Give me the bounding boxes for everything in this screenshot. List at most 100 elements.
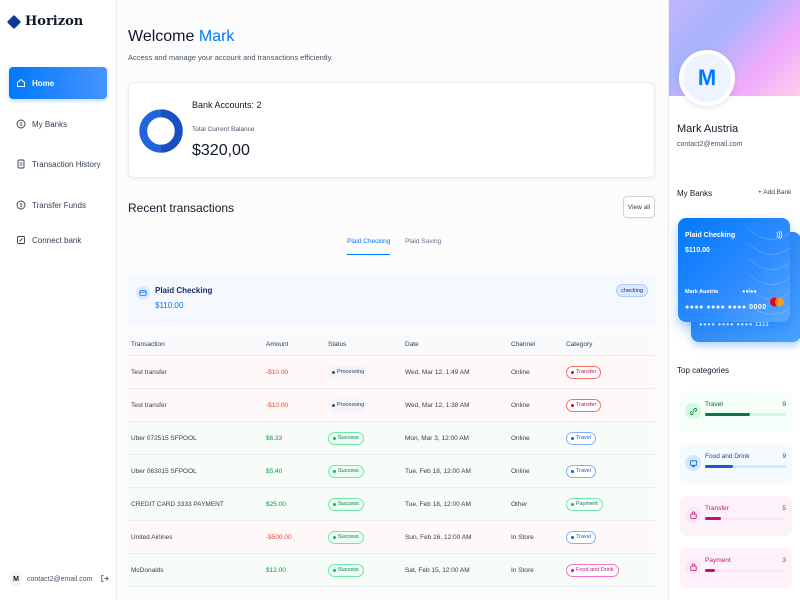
category-count: 9 [782,453,786,460]
total-balance-value: $320,00 [192,142,250,159]
transaction-date: Mon, Mar 3, 12:00 AM [405,434,469,442]
transaction-channel: Online [511,401,530,409]
recent-transactions-title: Recent transactions [128,201,235,215]
mastercard-icon [770,297,784,307]
transaction-name: McDonalds [131,566,164,574]
bank-card[interactable]: Plaid Checking $110.00 Mark Austria ●●/●… [678,218,790,322]
table-header: Transaction Amount Status Date Channel C… [128,334,655,356]
sidebar-item-transaction-history[interactable]: Transaction History [9,148,107,180]
category-name: Travel [705,401,723,408]
profile-avatar[interactable]: M [679,50,735,106]
bag-icon [685,507,701,523]
status-badge: Success [328,464,364,478]
status-badge: Success [328,497,364,511]
status-badge: Success [328,431,364,445]
status-badge: Processing [328,365,369,379]
category-card-payment[interactable]: Payment 3 [680,548,792,588]
sidebar-footer: M contact2@email.com [9,572,109,586]
link-icon [16,235,26,245]
footer-email: contact2@email.com [27,575,93,583]
contactless-icon [774,230,783,242]
monitor-icon [685,455,701,471]
bank-icon [136,286,150,300]
transaction-name: Uber 063015 SFPOOL [131,467,197,475]
transaction-amount: $25.00 [266,500,286,508]
app-name: Horizon [25,14,84,29]
card-balance: $110.00 [685,247,710,254]
column-header: Transaction [131,341,165,348]
transaction-amount: -$500.00 [266,533,292,541]
column-header: Date [405,341,419,348]
transaction-amount: -$10.00 [266,401,289,409]
page-subtitle: Access and manage your account and trans… [128,53,333,62]
category-count: 9 [782,401,786,408]
sidebar-item-home[interactable]: Home [9,67,107,99]
bank-info-balance: $110.00 [155,301,184,310]
category-card-food-and-drink[interactable]: Food and Drink 9 [680,444,792,484]
table-row[interactable]: McDonalds $12.00 Success Sat, Feb 15, 12… [128,554,655,587]
category-progress-bar [705,465,786,468]
card-bank-name: Plaid Checking [685,232,736,239]
sidebar-item-transfer-funds[interactable]: $ Transfer Funds [9,189,107,221]
logo[interactable]: Horizon [6,14,84,29]
transaction-channel: Online [511,467,530,475]
bank-card-back-number: ●●●● ●●●● ●●●● 1111 [699,322,770,328]
bank-info-name: Plaid Checking [155,286,213,295]
transaction-amount: -$10.00 [266,368,289,376]
column-header: Category [566,341,593,348]
card-expiry: ●●/●● [742,289,757,295]
table-row[interactable]: Test transfer -$10.00 Processing Wed, Ma… [128,356,655,389]
status-badge: Processing [328,398,369,412]
avatar[interactable]: M [9,572,23,586]
sidebar-item-my-banks[interactable]: $ My Banks [9,108,107,140]
category-badge: Food and Drink [566,563,619,577]
table-row[interactable]: Uber 063015 SFPOOL $5.40 Success Tue, Fe… [128,455,655,488]
card-number: ●●●● ●●●● ●●●● 0000 [685,304,767,311]
sidebar-item-label: Transfer Funds [32,200,86,210]
balance-donut-chart [139,109,183,153]
category-badge: Travel [566,431,597,445]
bag-icon [685,559,701,575]
transaction-date: Wed, Mar 12, 1:49 AM [405,368,470,376]
tab-plaid-saving[interactable]: Plaid Saving [405,238,441,255]
profile-email: contact2@email.com [677,141,743,148]
category-badge: Travel [566,464,597,478]
dollar-icon: $ [16,119,26,129]
category-card-travel[interactable]: Travel 9 [680,392,792,432]
category-badge: Transfer [566,365,602,379]
category-count: 3 [782,557,786,564]
category-card-transfer[interactable]: Transfer 5 [680,496,792,536]
category-progress-bar [705,517,786,520]
view-all-button[interactable]: View all [623,196,655,218]
sidebar-item-label: My Banks [32,119,68,129]
category-progress-bar [705,569,786,572]
transaction-date: Tue, Feb 18, 12:00 AM [405,500,471,508]
money-transfer-icon: $ [16,200,26,210]
table-row[interactable]: Test transfer -$10.00 Processing Wed, Ma… [128,389,655,422]
logout-icon[interactable] [100,574,109,585]
category-badge: Transfer [566,398,602,412]
bank-info-card[interactable]: Plaid Checking $110.00 checking [128,274,655,326]
card-holder-name: Mark Austria [685,289,719,295]
link-icon [685,403,701,419]
transaction-channel: Other [511,500,528,508]
main-content: Welcome Mark Access and manage your acco… [117,0,668,600]
transaction-date: Wed, Mar 12, 1:38 AM [405,401,470,409]
table-row[interactable]: CREDIT CARD 3333 PAYMENT $25.00 Success … [128,488,655,521]
sidebar-item-label: Connect bank [32,235,82,245]
category-name: Transfer [705,505,729,512]
table-row[interactable]: Uber 072515 SFPOOL $6.33 Success Mon, Ma… [128,422,655,455]
tab-plaid-checking[interactable]: Plaid Checking [347,238,391,255]
category-progress-fill [705,569,715,572]
transaction-amount: $5.40 [266,467,283,475]
transaction-amount: $6.33 [266,434,283,442]
svg-text:$: $ [19,122,22,128]
donut-hole [148,118,174,144]
transaction-name: United Airlines [131,533,173,541]
transaction-name: Uber 072515 SFPOOL [131,434,197,442]
add-bank-button[interactable]: + Add Bank [758,189,791,196]
column-header: Channel [511,341,536,348]
table-row[interactable]: United Airlines -$500.00 Success Sun, Fe… [128,521,655,554]
sidebar-item-connect-bank[interactable]: Connect bank [9,224,107,256]
svg-text:$: $ [19,203,22,209]
